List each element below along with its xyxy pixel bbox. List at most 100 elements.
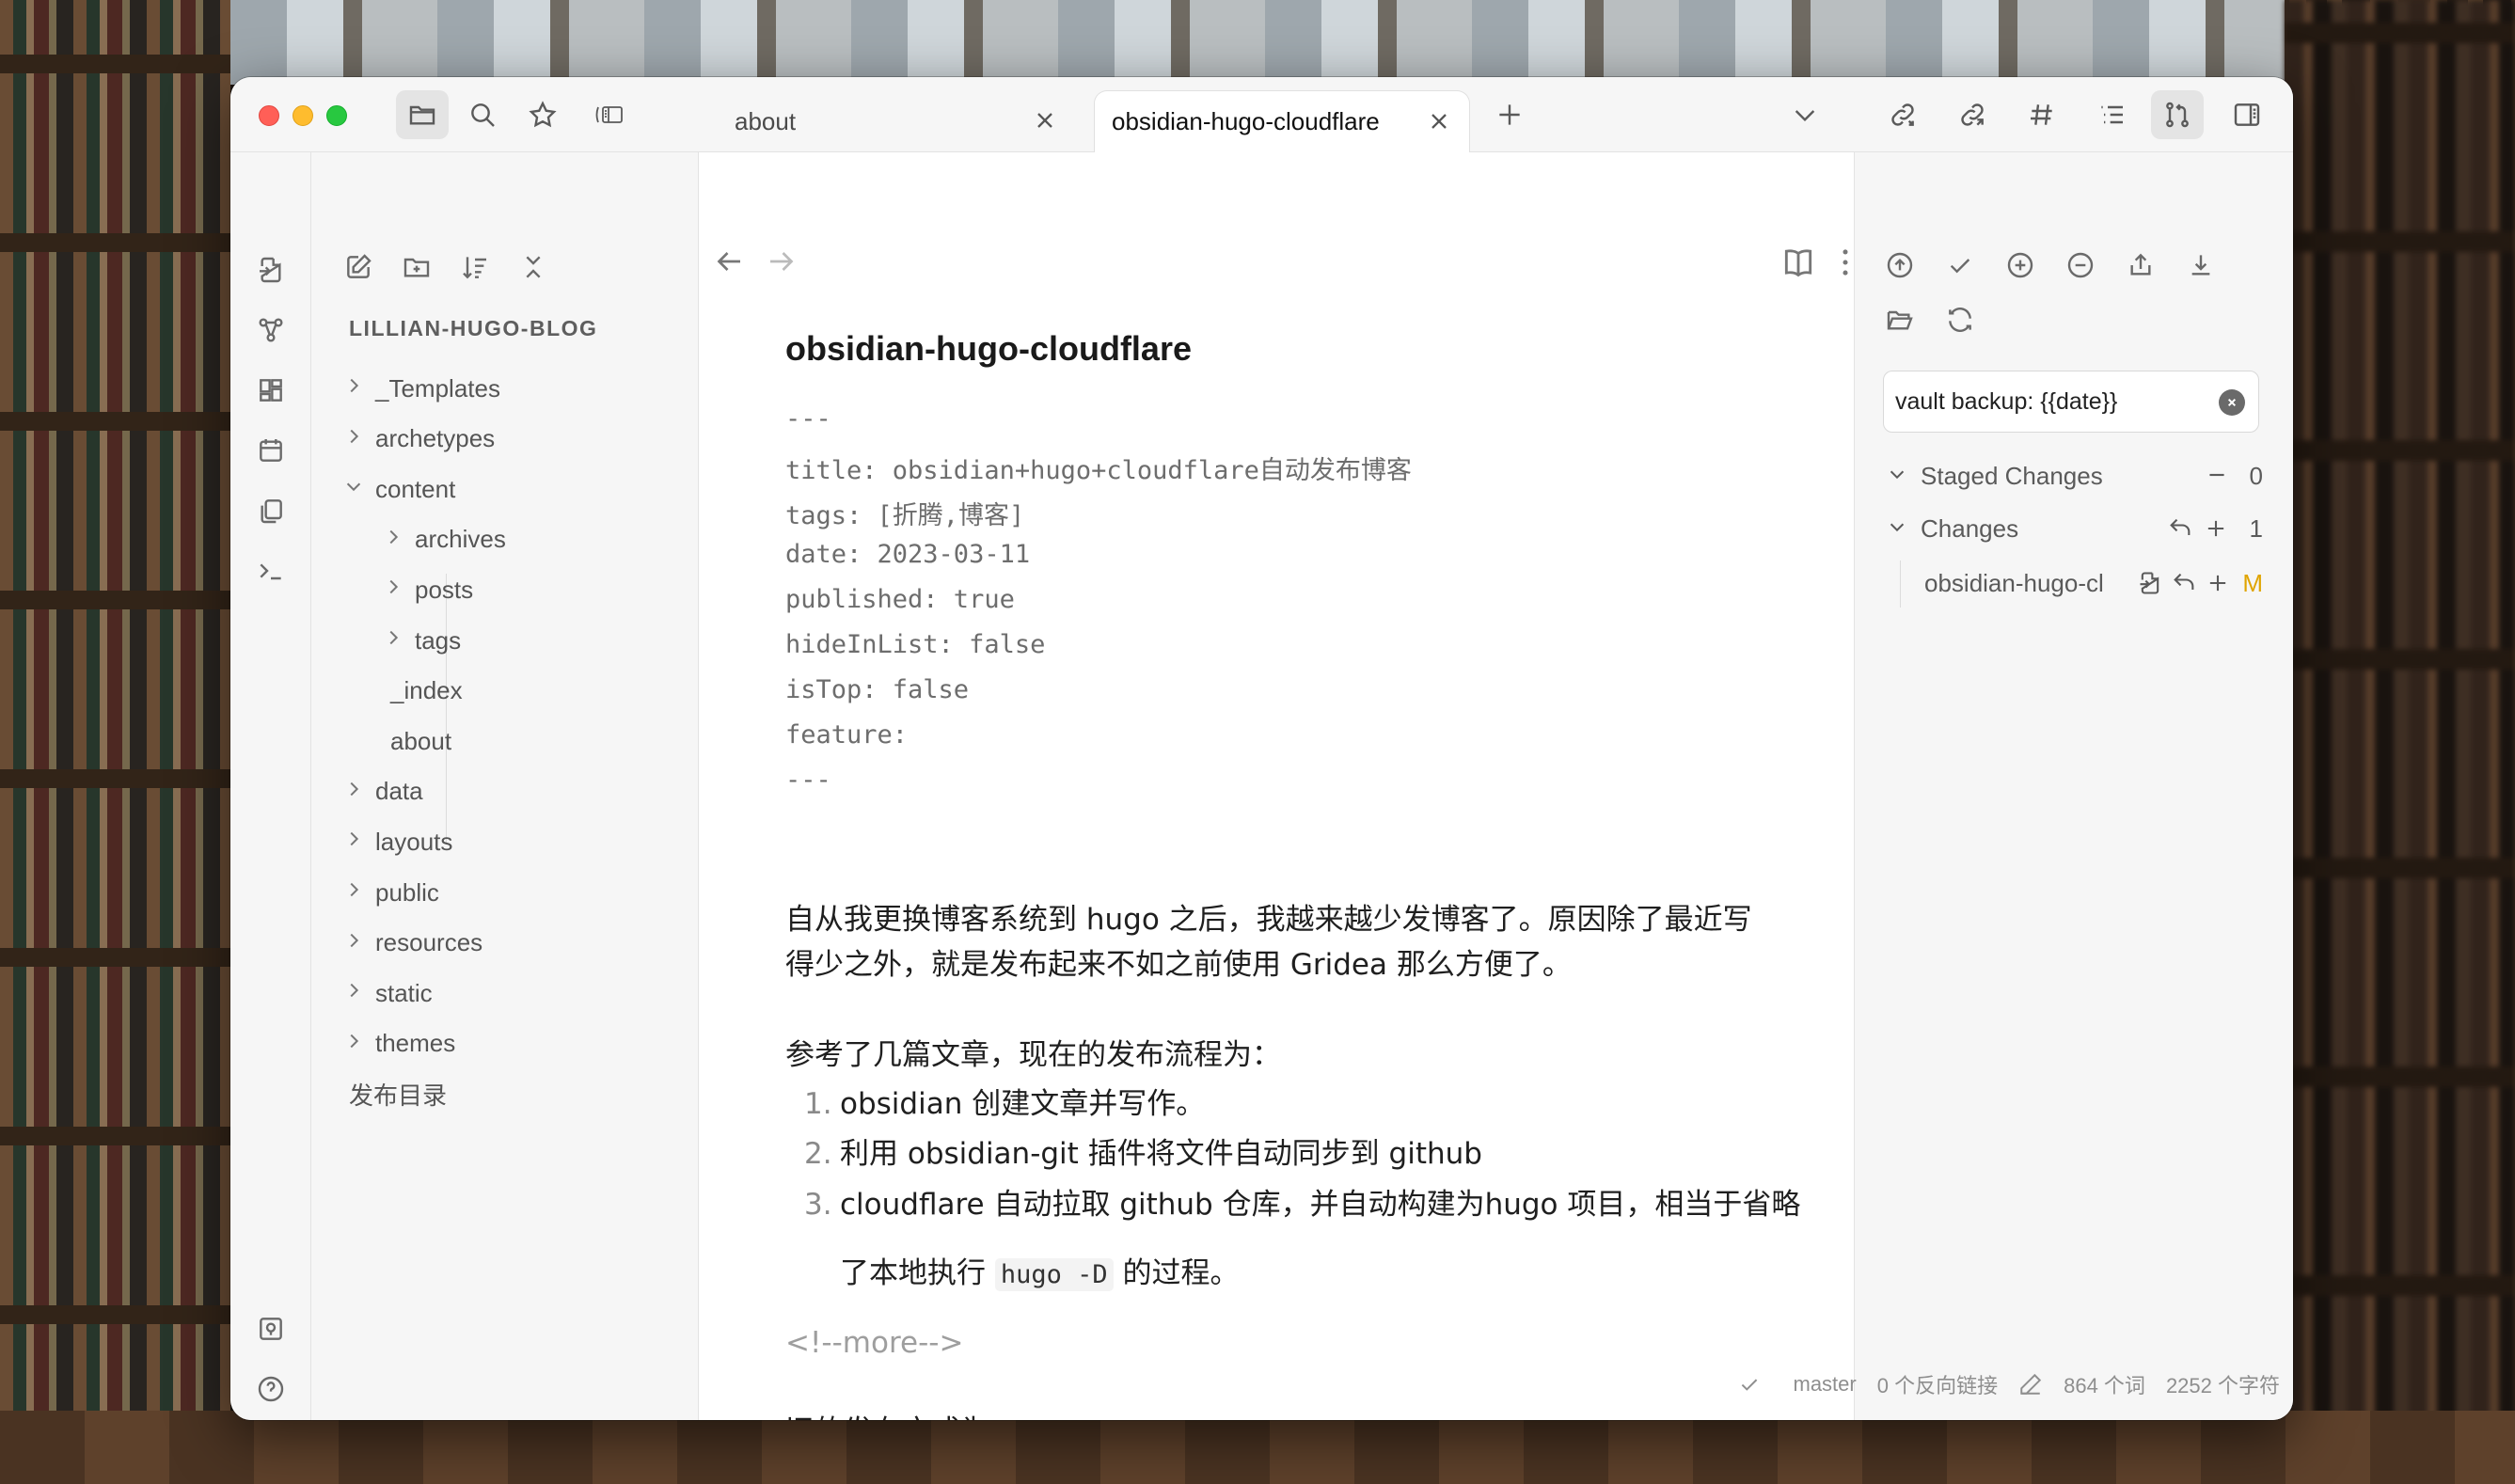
- tree-folder-0[interactable]: _Templates: [340, 365, 500, 412]
- list-item-text: 了本地执行: [840, 1256, 995, 1290]
- ribbon-canvas[interactable]: [249, 369, 293, 412]
- new-note-button[interactable]: [338, 246, 379, 288]
- tab-obsidian-hugo-cloudflare[interactable]: obsidian-hugo-cloudflare: [1094, 90, 1470, 152]
- ribbon-graph-view[interactable]: [249, 308, 293, 352]
- search-button[interactable]: [456, 90, 509, 139]
- open-folder-button[interactable]: [1879, 299, 1921, 340]
- unstage-icon[interactable]: [2205, 463, 2229, 487]
- close-icon[interactable]: [1426, 108, 1452, 134]
- window-minimize-button[interactable]: [293, 105, 313, 126]
- frontmatter-line[interactable]: tags: [折腾,博客]: [785, 495, 1024, 531]
- collapse-all-button[interactable]: [513, 246, 554, 288]
- unstage-all-button[interactable]: [2060, 245, 2101, 286]
- frontmatter-line[interactable]: ---: [785, 404, 831, 434]
- tree-file-6[interactable]: _index: [390, 668, 463, 715]
- discard-icon[interactable]: [2167, 515, 2193, 548]
- stage-icon[interactable]: [2203, 515, 2229, 548]
- obsidian-window: about obsidian-hugo-cloudflare LILLIAN-H…: [230, 77, 2293, 1420]
- source-control-button[interactable]: [2151, 90, 2204, 139]
- paragraph-line[interactable]: 得少之外，就是发布起来不如之前使用 Gridea 那么方便了。: [785, 942, 1572, 987]
- discard-icon[interactable]: [2171, 570, 2197, 603]
- ribbon-vault-switcher[interactable]: [249, 1307, 293, 1350]
- tab-about[interactable]: about: [699, 90, 1075, 152]
- push-button[interactable]: [1879, 245, 1921, 286]
- changed-file-row[interactable]: obsidian-hugo-cl M: [1924, 560, 2267, 606]
- changes-header[interactable]: Changes 1: [1887, 506, 2267, 551]
- chevron-right-icon: [379, 576, 407, 603]
- frontmatter-line[interactable]: published: true: [785, 585, 1015, 614]
- refresh-button[interactable]: [1939, 299, 1981, 340]
- tree-folder-2[interactable]: content: [340, 466, 455, 513]
- paragraph-line[interactable]: 自从我更换博客系统到 hugo 之后，我越来越少发博客了。原因除了最近写: [785, 897, 1752, 942]
- backlinks-count[interactable]: 0 个反向链接: [1877, 1369, 1998, 1399]
- list-item[interactable]: obsidian 创建文章并写作。: [840, 1081, 1205, 1127]
- folder-icon: [409, 105, 435, 125]
- ribbon-templates[interactable]: [249, 489, 293, 532]
- tree-file-14[interactable]: 发布目录: [349, 1070, 447, 1117]
- share-icon: [2130, 253, 2151, 276]
- window-close-button[interactable]: [259, 105, 279, 126]
- frontmatter-line[interactable]: ---: [785, 766, 831, 795]
- list-item-continuation[interactable]: 了本地执行 hugo -D 的过程。: [840, 1251, 1240, 1298]
- tree-folder-11[interactable]: resources: [340, 920, 482, 967]
- toggle-right-sidebar-button[interactable]: [2221, 90, 2273, 139]
- outgoing-links-button[interactable]: [1876, 90, 1929, 139]
- tree-folder-5[interactable]: tags: [379, 617, 461, 664]
- window-maximize-button[interactable]: [326, 105, 347, 126]
- commit-message-input[interactable]: vault backup: {{date}}: [1883, 371, 2259, 433]
- list-item[interactable]: 利用 obsidian-git 插件将文件自动同步到 github: [840, 1131, 1482, 1176]
- tab-list-button[interactable]: [1782, 92, 1827, 137]
- tree-folder-13[interactable]: themes: [340, 1020, 455, 1067]
- tree-folder-12[interactable]: static: [340, 970, 433, 1017]
- forward-arrow-icon[interactable]: [765, 245, 799, 278]
- stage-icon[interactable]: [2205, 570, 2231, 603]
- tree-folder-4[interactable]: posts: [379, 566, 473, 613]
- commit-button[interactable]: [1939, 245, 1981, 286]
- tree-folder-9[interactable]: layouts: [340, 818, 452, 865]
- toggle-left-sidebar-button[interactable]: [578, 90, 641, 139]
- paragraph[interactable]: 旧的发布方式为：: [785, 1409, 1019, 1420]
- paragraph[interactable]: 参考了几篇文章，现在的发布流程为：: [785, 1033, 1281, 1078]
- tags-button[interactable]: [2016, 90, 2068, 139]
- backlinks-button[interactable]: [1946, 90, 1999, 139]
- back-arrow-icon[interactable]: [712, 245, 746, 278]
- outline-button[interactable]: [2085, 90, 2138, 139]
- clear-input-button[interactable]: [2219, 389, 2245, 416]
- ribbon-command-palette[interactable]: [249, 549, 293, 592]
- ribbon-daily-note[interactable]: [249, 429, 293, 472]
- background-floor: [0, 1411, 2515, 1484]
- more-comment[interactable]: <!--more-->: [785, 1326, 963, 1360]
- ribbon-help[interactable]: [249, 1367, 293, 1411]
- staged-changes-header[interactable]: Staged Changes 0: [1887, 453, 2267, 498]
- sync-check-icon[interactable]: [1737, 1372, 1762, 1397]
- stage-all-button[interactable]: [2000, 245, 2041, 286]
- close-icon[interactable]: [1032, 107, 1058, 134]
- tree-folder-10[interactable]: public: [340, 869, 439, 916]
- frontmatter-line[interactable]: title: obsidian+hugo+cloudflare自动发布博客: [785, 450, 1412, 486]
- pull-button[interactable]: [2180, 245, 2222, 286]
- tree-folder-1[interactable]: archetypes: [340, 416, 495, 463]
- new-tab-button[interactable]: [1487, 92, 1532, 137]
- bookmarks-button[interactable]: [516, 90, 569, 139]
- new-folder-button[interactable]: [396, 246, 437, 288]
- frontmatter-line[interactable]: date: 2023-03-11: [785, 540, 1030, 569]
- chevron-right-icon: [379, 527, 407, 553]
- tree-folder-3[interactable]: archives: [379, 516, 506, 563]
- git-branch-icon: [2166, 102, 2189, 128]
- frontmatter-line[interactable]: hideInList: false: [785, 630, 1045, 659]
- tree-folder-8[interactable]: data: [340, 768, 423, 815]
- files-button[interactable]: [396, 90, 449, 139]
- frontmatter-line[interactable]: feature:: [785, 720, 908, 750]
- git-branch-status[interactable]: master: [1794, 1372, 1857, 1397]
- frontmatter-line[interactable]: isTop: false: [785, 675, 969, 704]
- pencil-icon[interactable]: [2018, 1372, 2043, 1397]
- open-file-icon[interactable]: [2137, 570, 2163, 603]
- note-title[interactable]: obsidian-hugo-cloudflare: [785, 329, 1192, 369]
- tree-file-7[interactable]: about: [390, 718, 451, 765]
- list-icon: [2101, 105, 2123, 124]
- reading-view-icon[interactable]: [1780, 245, 1816, 280]
- sort-button[interactable]: [454, 246, 496, 288]
- list-item[interactable]: cloudflare 自动拉取 github 仓库，并自动构建为hugo 项目，…: [840, 1182, 1800, 1227]
- share-button[interactable]: [2120, 245, 2161, 286]
- ribbon-open-quick-switcher[interactable]: [249, 248, 293, 292]
